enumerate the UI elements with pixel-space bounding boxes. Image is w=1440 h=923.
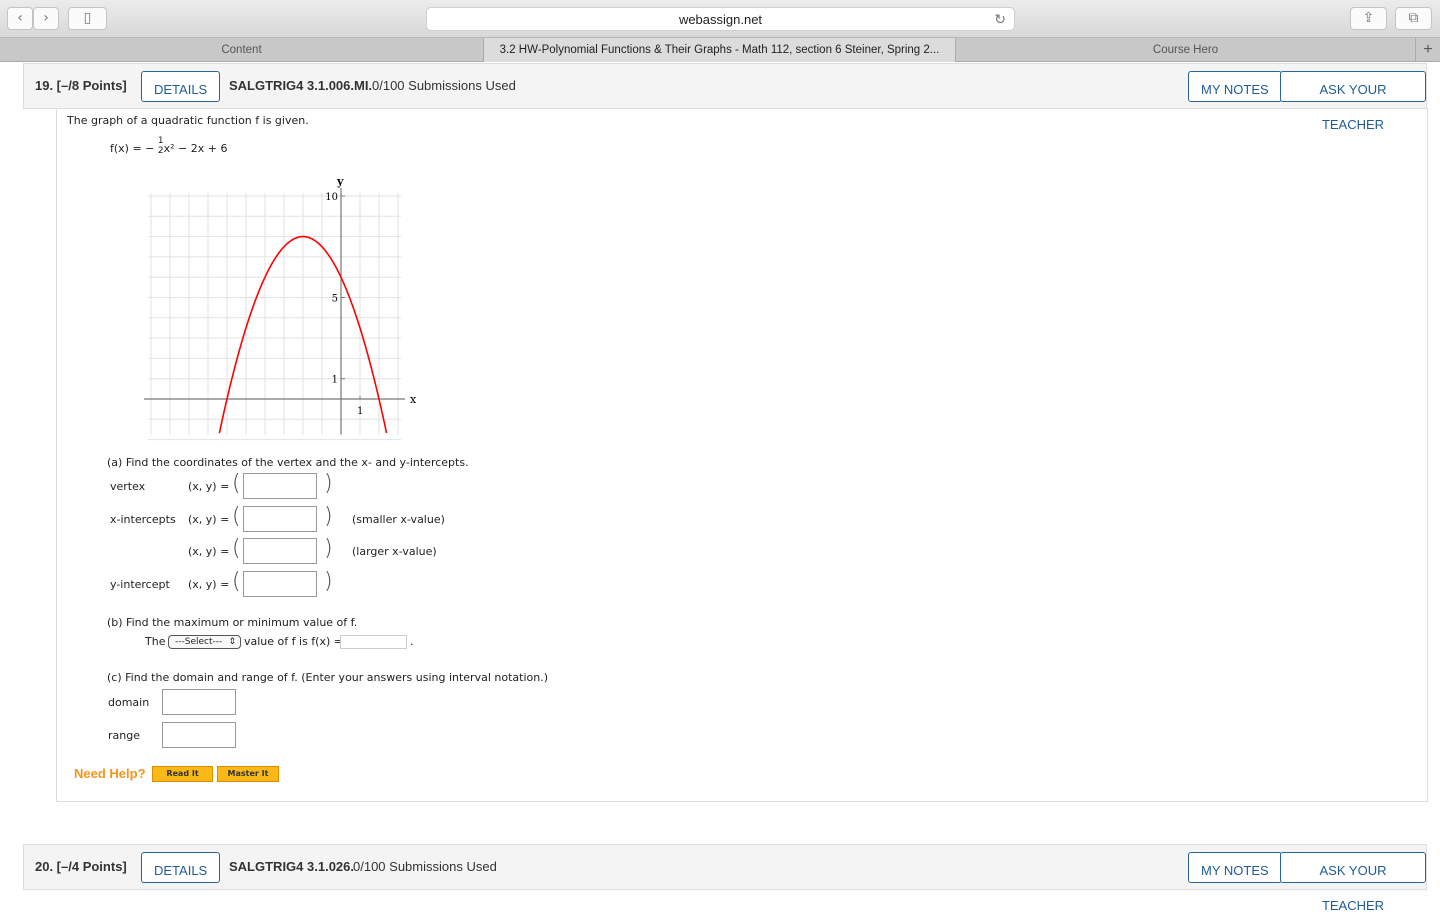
back-button[interactable]: ‹ (7, 7, 33, 30)
row-label: x-intercepts (110, 512, 176, 526)
part-c-prompt: (c) Find the domain and range of f. (Ent… (107, 671, 548, 684)
master-it-button[interactable]: Master It (217, 766, 279, 782)
browser-toolbar: ‹ › ▯ webassign.net ↻ ⇪ ⧉ (0, 0, 1440, 38)
share-icon[interactable]: ⇪ (1350, 7, 1387, 30)
question-19-header: 19. [–/8 Points] DETAILS SALGTRIG4 3.1.0… (23, 63, 1427, 132)
max-min-select[interactable]: ---Select--- ⇕ (168, 635, 241, 649)
part-b-the: The (145, 635, 166, 648)
tab-bar: Content 3.2 HW-Polynomial Functions & Th… (0, 38, 1440, 62)
formula-lhs: f(x) = − (110, 142, 155, 155)
coordinate-input[interactable] (243, 570, 317, 597)
x-tick-label: 1 (357, 406, 363, 417)
period: . (410, 635, 414, 648)
reload-icon[interactable]: ↻ (994, 8, 1006, 31)
row-label: y-intercept (110, 577, 170, 591)
coordinate-input[interactable] (243, 473, 317, 499)
domain-input[interactable] (162, 689, 236, 715)
sidebar-toggle-icon[interactable]: ▯ (68, 7, 107, 30)
close-paren: ) (324, 471, 333, 496)
xy-label: (x, y) = (188, 545, 230, 558)
fraction-denominator: 2 (157, 146, 164, 156)
tab-content[interactable]: Content (0, 38, 484, 62)
domain-label: domain (108, 696, 150, 709)
xy-label: (x, y) = (188, 512, 230, 526)
open-paren: ( (232, 568, 241, 594)
y-tick-label: 1 (332, 375, 338, 386)
quadratic-graph: x y 1 1 5 10 (144, 175, 417, 441)
coordinate-input[interactable] (243, 505, 317, 532)
close-paren: ) (324, 536, 333, 561)
close-paren: ) (324, 568, 333, 594)
read-it-button[interactable]: Read It (152, 766, 213, 782)
question-number: 20. [–/4 Points] (35, 859, 127, 874)
need-help-label: Need Help? (74, 766, 146, 781)
details-button[interactable]: DETAILS (141, 852, 221, 883)
new-tab-button[interactable]: + (1416, 38, 1440, 62)
y-tick-label: 5 (332, 294, 338, 305)
y-tick-label: 10 (325, 192, 338, 203)
row-note: (larger x-value) (352, 545, 437, 558)
x-axis-label: x (410, 393, 417, 406)
submissions-used: 0/100 Submissions Used (372, 78, 516, 93)
url-bar[interactable]: webassign.net ↻ (426, 7, 1015, 31)
xy-label: (x, y) = (188, 577, 230, 591)
tab-homework[interactable]: 3.2 HW-Polynomial Functions & Their Grap… (484, 38, 956, 62)
question-20-header: 20. [–/4 Points] DETAILS SALGTRIG4 3.1.0… (23, 844, 1427, 913)
url-text: webassign.net (678, 12, 763, 27)
submissions-used: 0/100 Submissions Used (353, 859, 497, 874)
coordinate-input[interactable] (243, 538, 317, 564)
row-label: vertex (110, 480, 146, 493)
select-value: ---Select--- (175, 637, 223, 647)
formula: f(x) = − 1 2x² − 2x + 6 (110, 136, 228, 156)
my-notes-button[interactable]: MY NOTES (1188, 852, 1282, 883)
question-code: SALGTRIG4 3.1.026. (229, 859, 354, 874)
question-number: 19. [–/8 Points] (35, 78, 127, 93)
tabs-overview-icon[interactable]: ⧉ (1395, 7, 1432, 30)
fraction-numerator: 1 (157, 136, 164, 146)
tab-course-hero[interactable]: Course Hero (956, 38, 1416, 62)
open-paren: ( (232, 503, 241, 529)
xy-label: (x, y) = (188, 480, 230, 493)
part-b-text: value of f is f(x) = (244, 635, 343, 648)
part-a-prompt: (a) Find the coordinates of the vertex a… (107, 456, 469, 469)
row-note: (smaller x-value) (352, 512, 445, 526)
open-paren: ( (232, 471, 241, 496)
formula-rest: x² − 2x + 6 (163, 142, 228, 155)
select-arrows-icon: ⇕ (228, 637, 236, 647)
extreme-value-input[interactable] (340, 635, 407, 649)
ask-teacher-button[interactable]: ASK YOUR TEACHER (1280, 852, 1426, 913)
open-paren: ( (232, 536, 241, 561)
my-notes-button[interactable]: MY NOTES (1188, 71, 1282, 102)
part-b-prompt: (b) Find the maximum or minimum value of… (107, 616, 358, 629)
range-input[interactable] (162, 722, 236, 748)
question-code: SALGTRIG4 3.1.006.MI. (229, 78, 373, 93)
ask-teacher-button[interactable]: ASK YOUR TEACHER (1280, 71, 1426, 132)
forward-button[interactable]: › (33, 7, 59, 30)
y-axis-label: y (336, 175, 344, 188)
range-label: range (108, 729, 140, 742)
details-button[interactable]: DETAILS (141, 71, 221, 102)
intro-text: The graph of a quadratic function f is g… (67, 114, 309, 127)
close-paren: ) (324, 503, 333, 529)
